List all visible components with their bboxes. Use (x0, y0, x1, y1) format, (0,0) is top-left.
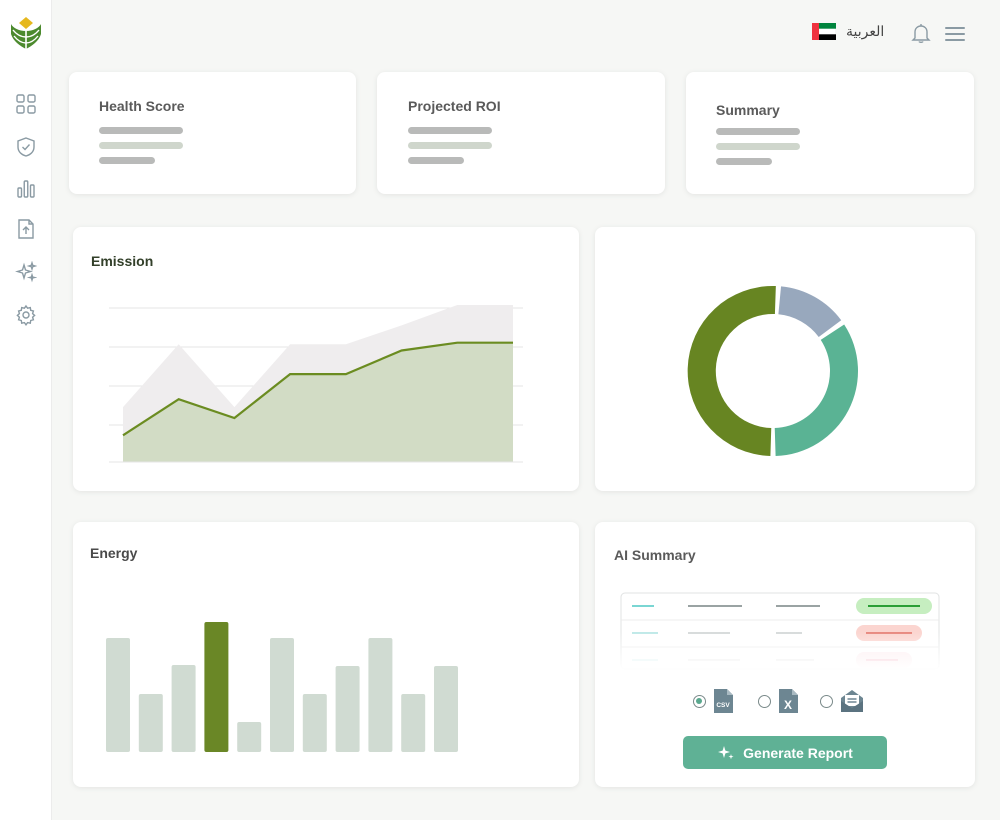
notification-bell-icon[interactable] (910, 22, 932, 44)
emission-card: Emission (73, 227, 579, 491)
sidebar (0, 0, 52, 820)
uae-flag-icon (812, 23, 836, 40)
placeholder-line (716, 128, 800, 135)
format-option-csv[interactable]: CSV (693, 688, 734, 714)
donut-slice-2 (774, 324, 859, 456)
placeholder-line (716, 143, 800, 150)
energy-bar-10 (434, 666, 458, 752)
placeholder-line (99, 127, 183, 134)
energy-bar-9 (401, 694, 426, 752)
card-title: Health Score (99, 98, 185, 114)
placeholder-line (408, 127, 492, 134)
bar-chart-icon[interactable] (15, 177, 37, 199)
energy-bar-chart (106, 622, 458, 752)
excel-icon-label: X (784, 698, 792, 712)
csv-file-icon: CSV (714, 689, 733, 713)
energy-bar-3 (204, 622, 229, 752)
format-option-excel[interactable]: X (758, 688, 799, 714)
energy-bar-8 (368, 638, 393, 752)
energy-bar-0 (106, 638, 130, 752)
energy-bar-2 (171, 665, 196, 752)
sparkles-icon[interactable] (15, 261, 37, 283)
language-label: العربية (846, 23, 885, 39)
energy-bar-4 (237, 722, 262, 752)
email-icon (841, 690, 863, 712)
brand-logo[interactable] (9, 16, 43, 50)
language-switcher[interactable]: العربية (812, 23, 884, 40)
generate-report-label: Generate Report (743, 744, 853, 761)
file-upload-icon[interactable] (15, 218, 37, 240)
radio-excel[interactable] (758, 694, 771, 708)
shield-check-icon[interactable] (15, 136, 37, 158)
donut-slice-1 (778, 286, 842, 337)
radio-csv[interactable] (693, 694, 706, 708)
sparkles-icon (718, 745, 734, 759)
card-title: Projected ROI (408, 98, 501, 114)
radio-email[interactable] (820, 694, 833, 708)
emission-area-chart (109, 305, 523, 463)
summary-card[interactable]: Summary (686, 72, 974, 194)
placeholder-line (408, 157, 464, 164)
energy-bar-1 (138, 694, 163, 752)
card-title: Summary (716, 102, 780, 118)
placeholder-line (99, 157, 155, 164)
health-score-card[interactable]: Health Score (69, 72, 356, 194)
energy-bar-7 (335, 666, 360, 752)
donut-chart (687, 285, 859, 456)
energy-bar-6 (302, 694, 327, 752)
format-option-email[interactable] (820, 688, 865, 714)
donut-slice-0 (687, 285, 776, 456)
csv-icon-label: CSV (716, 702, 730, 709)
card-title: AI Summary (614, 547, 696, 563)
excel-file-icon: X (779, 689, 798, 713)
donut-card (595, 227, 975, 491)
settings-gear-icon[interactable] (15, 304, 37, 326)
report-preview-table (620, 592, 940, 670)
hamburger-menu-icon[interactable] (944, 24, 966, 44)
placeholder-line (99, 142, 183, 149)
energy-bar-5 (270, 638, 294, 752)
placeholder-line (408, 142, 492, 149)
dashboard-icon[interactable] (15, 93, 37, 115)
projected-roi-card[interactable]: Projected ROI (377, 72, 665, 194)
energy-card: Energy (73, 522, 579, 787)
placeholder-line (716, 158, 772, 165)
generate-report-button[interactable]: Generate Report (683, 736, 887, 769)
